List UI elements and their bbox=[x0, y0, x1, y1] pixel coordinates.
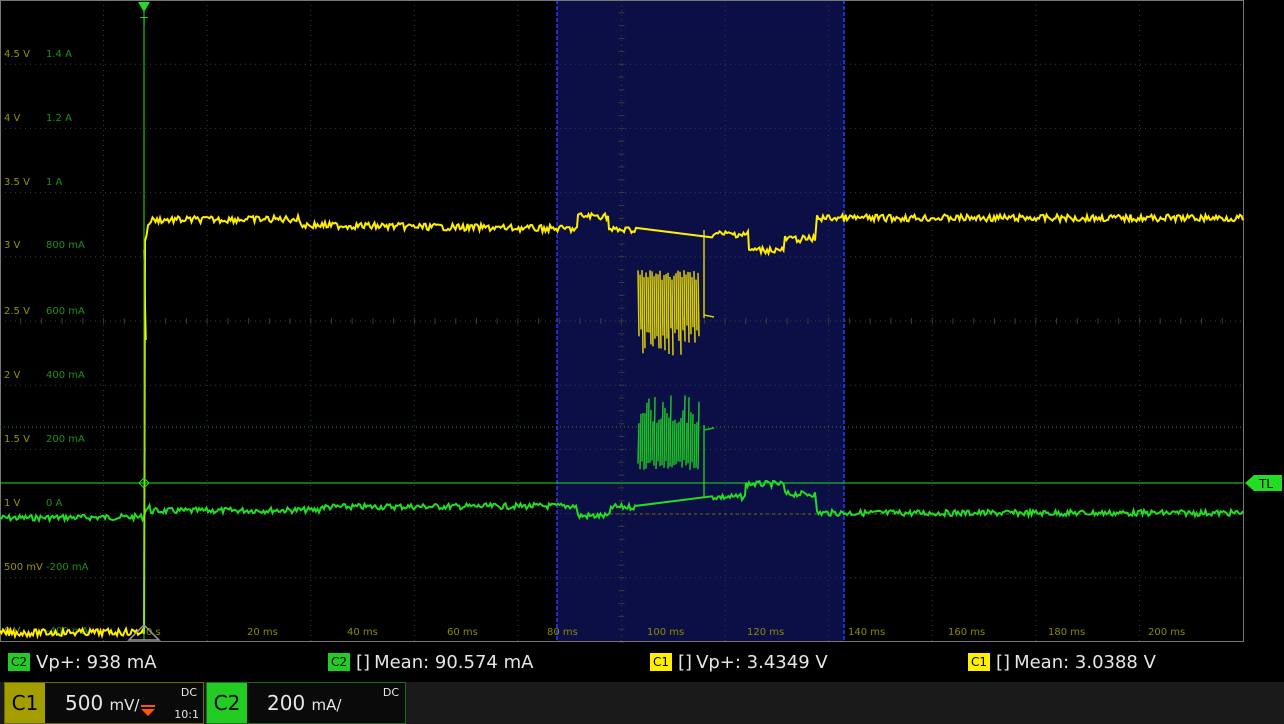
channel-1-scale-unit: mV/ bbox=[109, 696, 140, 714]
ch1-axis-label: 4.5 V bbox=[4, 49, 30, 60]
x-axis-label: 180 ms bbox=[1048, 627, 1085, 638]
ch2-axis-label: 1 A bbox=[46, 177, 63, 188]
channel-1-box[interactable]: C1 500 mV/ DC 10:1 bbox=[4, 682, 204, 724]
channel-1-probe-ratio: 10:1 bbox=[174, 708, 199, 721]
channel-2-scale-value: 200 bbox=[267, 691, 306, 715]
measurement-value: Vp+: 938 mA bbox=[36, 651, 157, 673]
measurement-value: Mean: 90.574 mA bbox=[374, 651, 534, 673]
x-axis-label: 120 ms bbox=[747, 627, 784, 638]
ch1-axis-label: 3 V bbox=[4, 240, 21, 251]
x-axis-label: 160 ms bbox=[948, 627, 985, 638]
trigger-level-label: TL bbox=[1258, 477, 1273, 491]
measurement-channel-tag: C2 bbox=[8, 653, 31, 671]
channel-2-scale[interactable]: 200 mA/ bbox=[267, 691, 341, 715]
ch1-axis-label: 500 mV bbox=[4, 562, 43, 573]
ch1-axis-label: 1 V bbox=[4, 498, 21, 509]
trigger-position-marker-label: T bbox=[139, 15, 148, 29]
measurement-ch2-peak[interactable]: C2 Vp+: 938 mA bbox=[8, 650, 157, 674]
ch1-axis-label: 2.5 V bbox=[4, 306, 30, 317]
ch1-axis-label: 4 V bbox=[4, 113, 21, 124]
gate-icon: [] bbox=[678, 651, 693, 673]
ch2-axis-label: 800 mA bbox=[46, 240, 85, 251]
falling-edge-icon bbox=[141, 709, 155, 716]
measurement-bar: C2 Vp+: 938 mA C2 [] Mean: 90.574 mA C1 … bbox=[0, 644, 1284, 682]
measurement-ch1-peak[interactable]: C1 [] Vp+: 3.4349 V bbox=[650, 650, 828, 674]
channel-1-coupling: DC bbox=[180, 686, 197, 699]
ch1-axis-label: 2 V bbox=[4, 370, 21, 381]
channel-bar: C1 500 mV/ DC 10:1 C2 200 mA/ DC bbox=[0, 682, 1284, 724]
measurement-ch2-mean[interactable]: C2 [] Mean: 90.574 mA bbox=[328, 650, 533, 674]
ch2-axis-label: 1.4 A bbox=[46, 49, 72, 60]
channel-1-scale[interactable]: 500 mV/ bbox=[65, 691, 139, 715]
oscilloscope-screen[interactable]: 4.5 V 4 V 3.5 V 3 V 2.5 V 2 V 1.5 V 1 V 500 mV 0 … bbox=[0, 0, 1284, 644]
edge-slope-bar bbox=[141, 705, 155, 707]
channel-2-box[interactable]: C2 200 mA/ DC bbox=[206, 682, 406, 724]
x-axis-label: 200 ms bbox=[1148, 627, 1185, 638]
ch2-axis-label: 200 mA bbox=[46, 434, 85, 445]
x-axis-label: 80 ms bbox=[547, 627, 578, 638]
measurement-channel-tag: C1 bbox=[968, 653, 991, 671]
ch2-axis-label: 400 mA bbox=[46, 370, 85, 381]
x-axis-label: 100 ms bbox=[647, 627, 684, 638]
measurement-ch1-mean[interactable]: C1 [] Mean: 3.0388 V bbox=[968, 650, 1156, 674]
x-axis-label: 60 ms bbox=[447, 627, 478, 638]
ch2-axis-label: -200 mA bbox=[46, 562, 89, 573]
measurement-channel-tag: C1 bbox=[650, 653, 673, 671]
x-axis-label: 20 ms bbox=[247, 627, 278, 638]
measurement-value: Mean: 3.0388 V bbox=[1014, 651, 1156, 673]
channel-2-label: C2 bbox=[207, 683, 247, 723]
gate-icon: [] bbox=[996, 651, 1011, 673]
measurement-value: Vp+: 3.4349 V bbox=[696, 651, 828, 673]
x-axis-label: 40 ms bbox=[347, 627, 378, 638]
measurement-channel-tag: C2 bbox=[328, 653, 351, 671]
ch2-axis-label: 0 A bbox=[46, 498, 63, 509]
gate-icon: [] bbox=[356, 651, 371, 673]
ch1-axis-label: 1.5 V bbox=[4, 434, 30, 445]
ch1-axis-label: 3.5 V bbox=[4, 177, 30, 188]
ch2-axis-label: 600 mA bbox=[46, 306, 85, 317]
channel-2-scale-unit: mA/ bbox=[311, 696, 342, 714]
ch2-axis-label: 1.2 A bbox=[46, 113, 72, 124]
channel-1-scale-value: 500 bbox=[65, 691, 104, 715]
channel-1-label: C1 bbox=[5, 683, 45, 723]
x-axis-label: 140 ms bbox=[848, 627, 885, 638]
channel-2-coupling: DC bbox=[382, 686, 399, 699]
